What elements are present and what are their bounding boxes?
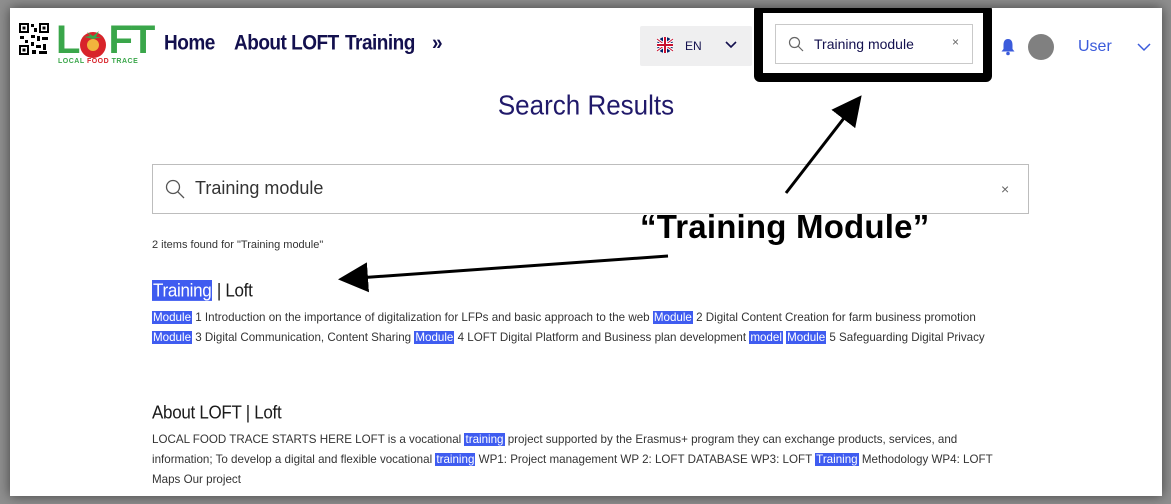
- snippet-text: 5 Safeguarding Digital Privacy: [826, 331, 985, 344]
- annotation-callout: “Training Module”: [640, 208, 930, 245]
- snippet-text: 2 Digital Content Creation for farm busi…: [692, 311, 976, 324]
- header-search-box[interactable]: Training module ×: [775, 24, 973, 64]
- loft-logo[interactable]: L FT LOCAL FOOD TRACE: [56, 14, 166, 68]
- avatar[interactable]: [1028, 34, 1054, 60]
- language-code: EN: [685, 39, 702, 53]
- page-title: Search Results: [497, 88, 675, 122]
- snippet-text: 4 LOFT Digital Platform and Business pla…: [454, 331, 750, 344]
- highlighted-term: Training: [815, 453, 859, 466]
- bell-icon[interactable]: [1000, 38, 1016, 56]
- site-header: L FT LOCAL FOOD TRACE Home About LOFT Tra…: [10, 8, 1162, 82]
- highlighted-term: Module: [414, 331, 455, 344]
- highlighted-term: Module: [152, 311, 193, 324]
- tomato-icon: [80, 31, 107, 58]
- result-title-rest: | Loft: [212, 280, 253, 301]
- nav-home[interactable]: Home: [164, 32, 215, 56]
- qr-code-icon: [18, 22, 50, 56]
- nav-more-button[interactable]: »: [432, 32, 443, 56]
- highlighted-term: model: [749, 331, 783, 344]
- nav-training[interactable]: Training: [345, 32, 415, 56]
- highlighted-term: Module: [786, 331, 827, 344]
- chevron-down-icon[interactable]: [1137, 40, 1151, 54]
- header-search-input[interactable]: Training module: [814, 36, 914, 52]
- search-icon: [165, 179, 185, 199]
- clear-search-button[interactable]: ×: [952, 35, 959, 49]
- result-title-highlight: Training: [152, 280, 213, 301]
- search-result-training: Training | Loft Module 1 Introduction on…: [152, 280, 1012, 348]
- chevron-down-icon: [725, 41, 737, 49]
- uk-flag-icon: [656, 37, 674, 53]
- highlighted-term: training: [464, 433, 505, 446]
- result-title-rest: About LOFT | Loft: [152, 402, 282, 423]
- result-title-link[interactable]: About LOFT | Loft: [152, 402, 1012, 424]
- highlighted-term: Module: [152, 331, 193, 344]
- logo-wordmark: L FT: [56, 18, 155, 62]
- search-icon: [788, 36, 804, 52]
- result-snippet: Module 1 Introduction on the importance …: [152, 308, 1012, 348]
- search-result-about-loft: About LOFT | Loft LOCAL FOOD TRACE START…: [152, 402, 1012, 490]
- snippet-text: 1 Introduction on the importance of digi…: [192, 311, 653, 324]
- results-count: 2 items found for "Training module": [152, 239, 324, 251]
- language-selector[interactable]: EN: [640, 26, 752, 66]
- browser-frame: L FT LOCAL FOOD TRACE Home About LOFT Tra…: [10, 8, 1162, 496]
- snippet-text: 3 Digital Communication, Content Sharing: [192, 331, 415, 344]
- highlighted-term: Module: [652, 311, 693, 324]
- arrow-to-result-title: [338, 254, 669, 293]
- user-menu-label[interactable]: User: [1078, 38, 1112, 56]
- clear-search-button[interactable]: ×: [1001, 181, 1009, 197]
- snippet-text: WP1: Project management WP 2: LOFT DATAB…: [475, 453, 816, 466]
- nav-about-loft[interactable]: About LOFT: [234, 32, 339, 56]
- result-title-link[interactable]: Training | Loft: [152, 280, 1012, 302]
- highlighted-term: training: [435, 453, 476, 466]
- logo-subtitle: LOCAL FOOD TRACE: [58, 58, 139, 65]
- snippet-text: LOCAL FOOD TRACE STARTS HERE LOFT is a v…: [152, 433, 465, 446]
- main-search-box[interactable]: Training module ×: [152, 164, 1029, 214]
- result-snippet: LOCAL FOOD TRACE STARTS HERE LOFT is a v…: [152, 430, 1012, 490]
- main-search-input[interactable]: Training module: [195, 178, 323, 199]
